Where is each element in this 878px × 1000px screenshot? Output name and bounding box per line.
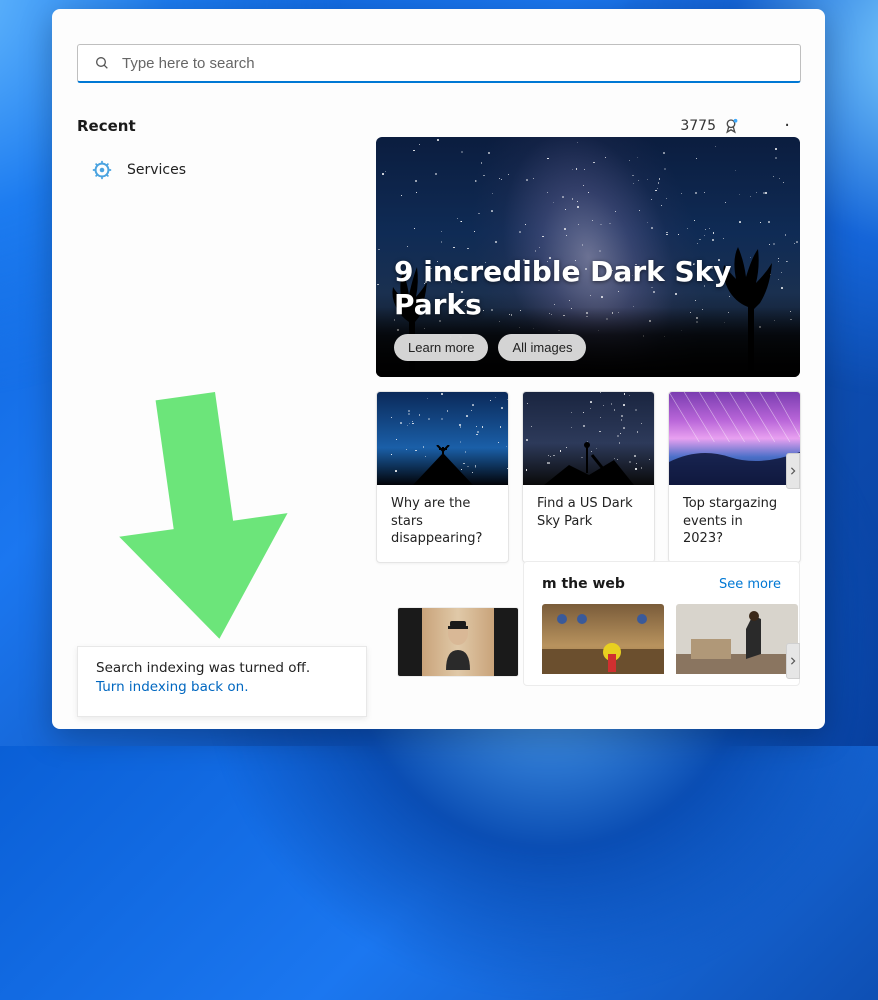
services-icon bbox=[91, 159, 113, 181]
web-section-header: m the web bbox=[542, 576, 625, 592]
web-thumb[interactable] bbox=[676, 604, 798, 674]
rewards-count: 3775 bbox=[680, 118, 716, 134]
card-stargazing-events[interactable]: Top stargazing events in 2023? bbox=[668, 391, 801, 563]
search-panel: Recent 3775 · Services Search indexing w… bbox=[52, 9, 825, 729]
notice-message: Search indexing was turned off. bbox=[96, 660, 348, 676]
search-input[interactable] bbox=[122, 55, 784, 72]
card-title: Find a US Dark Sky Park bbox=[523, 485, 654, 544]
turn-indexing-on-link[interactable]: Turn indexing back on. bbox=[96, 679, 249, 695]
search-bar[interactable] bbox=[77, 44, 801, 83]
rewards-points[interactable]: 3775 bbox=[680, 117, 740, 135]
recent-header: Recent bbox=[77, 117, 136, 135]
cards-row: Why are the stars disappearing? Find a U… bbox=[376, 391, 812, 563]
card-find-park[interactable]: Find a US Dark Sky Park bbox=[522, 391, 655, 563]
annotation-arrow bbox=[72, 385, 297, 655]
hero-title: 9 incredible Dark Sky Parks bbox=[394, 255, 800, 321]
all-images-button[interactable]: All images bbox=[498, 334, 586, 361]
card-stars-disappearing[interactable]: Why are the stars disappearing? bbox=[376, 391, 509, 563]
scroll-right-cards[interactable] bbox=[786, 453, 800, 489]
card-title: Why are the stars disappearing? bbox=[377, 485, 508, 562]
web-thumb[interactable] bbox=[397, 607, 519, 677]
web-section: m the web See more bbox=[523, 561, 800, 686]
scroll-right-web[interactable] bbox=[786, 643, 800, 679]
chevron-right-icon bbox=[789, 467, 797, 475]
recent-item-services[interactable]: Services bbox=[83, 155, 194, 185]
more-button[interactable]: · bbox=[784, 115, 790, 136]
recent-item-label: Services bbox=[127, 162, 186, 178]
indexing-notice: Search indexing was turned off. Turn ind… bbox=[77, 646, 367, 717]
web-thumb[interactable] bbox=[542, 604, 664, 674]
learn-more-button[interactable]: Learn more bbox=[394, 334, 488, 361]
chevron-right-icon bbox=[789, 657, 797, 665]
hero-card[interactable]: 9 incredible Dark Sky Parks Learn more A… bbox=[376, 137, 800, 377]
see-more-link[interactable]: See more bbox=[719, 577, 781, 592]
search-icon bbox=[94, 55, 110, 71]
card-title: Top stargazing events in 2023? bbox=[669, 485, 800, 562]
medal-icon bbox=[722, 117, 740, 135]
